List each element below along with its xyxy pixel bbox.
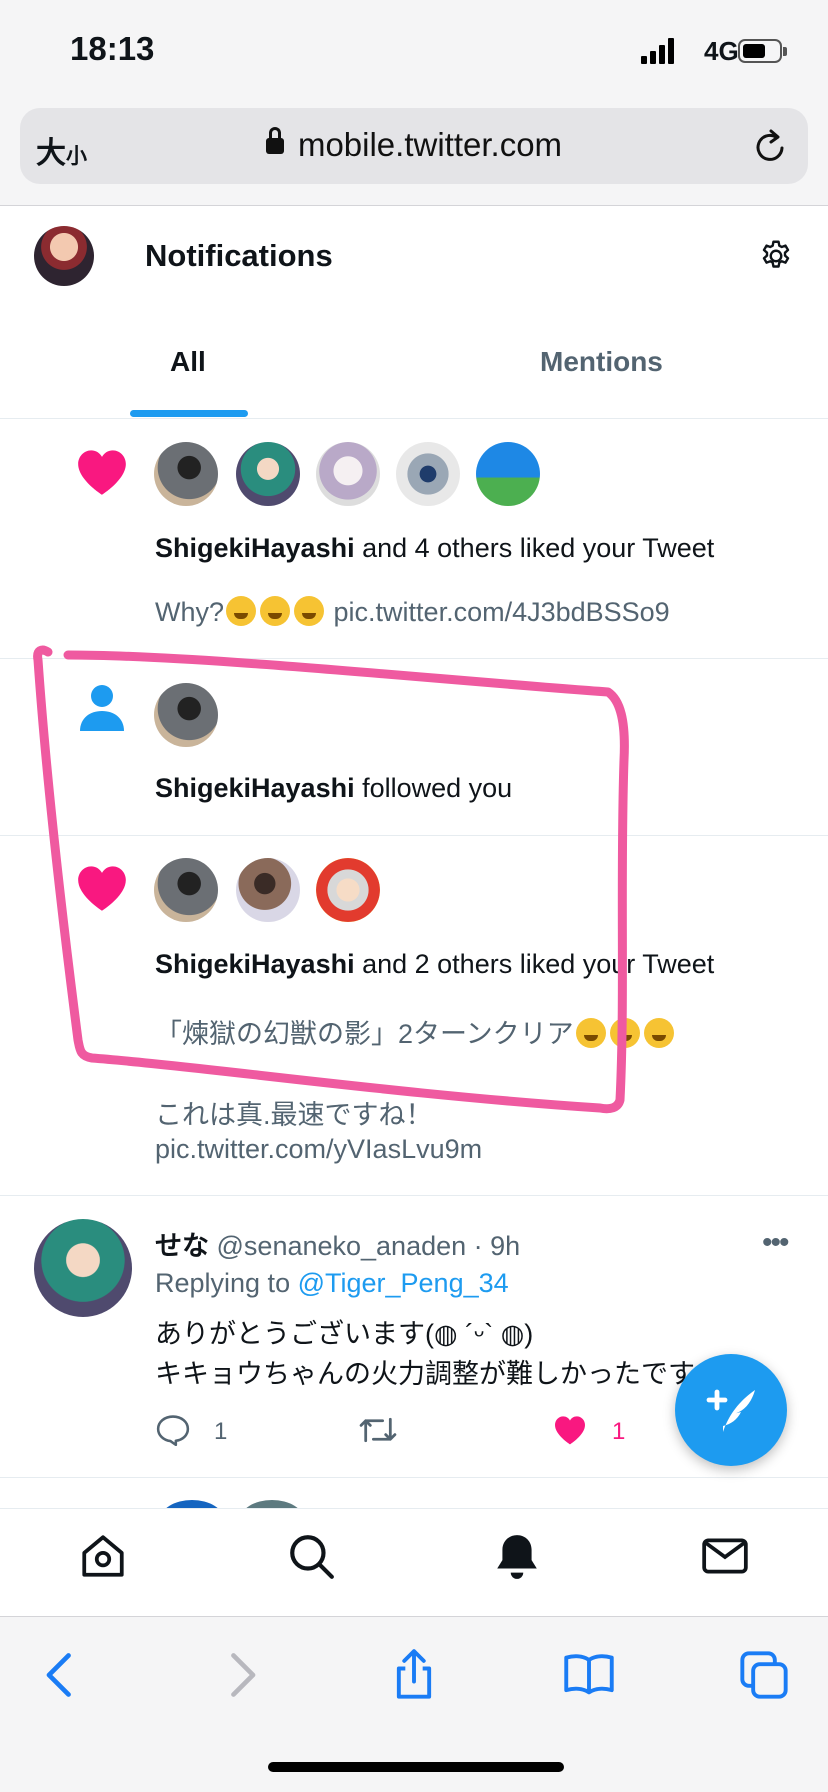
search-icon[interactable]	[286, 1531, 336, 1581]
tab-mentions[interactable]: Mentions	[540, 346, 663, 378]
url-text: mobile.twitter.com	[297, 126, 563, 163]
home-icon[interactable]	[78, 1531, 128, 1581]
like-count: 1	[612, 1418, 626, 1445]
tweet-preview[interactable]: Why? pic.twitter.com/4J3bdBSSo9	[155, 596, 670, 628]
forward-icon[interactable]	[214, 1649, 266, 1701]
weary-face-icon	[294, 596, 325, 626]
tweet-preview-text: Why?	[155, 597, 225, 627]
tweet-author-name[interactable]: せな	[155, 1231, 209, 1261]
address-bar[interactable]: 大小 mobile.twitter.com	[20, 108, 808, 184]
notification-text: ShigekiHayashi followed you	[155, 773, 512, 804]
avatar[interactable]	[236, 442, 300, 506]
tweet-header: せな @senaneko_anaden · 9h	[155, 1224, 520, 1263]
tweet-text-line: ありがとうございます(◍ ´ᵕ` ◍)	[155, 1319, 534, 1349]
avatar[interactable]	[154, 442, 218, 506]
heart-icon	[78, 866, 126, 911]
heart-icon	[78, 450, 126, 495]
bell-icon[interactable]	[492, 1531, 542, 1581]
status-bar: 18:13 4G	[0, 0, 828, 100]
notification-action: and 4 others liked your Tweet	[354, 533, 715, 563]
tweet-avatar[interactable]	[34, 1219, 132, 1317]
notification-item[interactable]: ShigekiHayashi followed you	[0, 659, 828, 835]
retweet-icon[interactable]	[358, 1414, 398, 1446]
feather-plus-icon	[706, 1389, 755, 1432]
tweet-preview-line: これは真.最速ですね！	[155, 1100, 433, 1130]
tweet-preview[interactable]: 「煉獄の幻獣の影」2ターンクリア	[155, 1012, 676, 1051]
replying-label: Replying to	[155, 1268, 298, 1298]
tweet-preview-link: pic.twitter.com/4J3bdBSSo9	[326, 597, 670, 627]
tab-all[interactable]: All	[170, 346, 206, 378]
replying-to: Replying to @Tiger_Peng_34	[155, 1268, 509, 1299]
notification-tabs: All Mentions	[0, 300, 828, 419]
reply-count: 1	[214, 1418, 228, 1445]
avatar[interactable]	[316, 858, 380, 922]
user-name[interactable]: ShigekiHayashi	[155, 773, 355, 803]
signal-icon	[641, 38, 677, 64]
mail-icon[interactable]	[700, 1531, 750, 1581]
avatar[interactable]	[154, 858, 218, 922]
notification-text: ShigekiHayashi and 4 others liked your T…	[155, 533, 714, 564]
more-options-icon[interactable]: •••	[762, 1226, 794, 1259]
partying-face-icon	[575, 1018, 606, 1048]
page-title: Notifications	[145, 238, 333, 273]
battery-icon	[738, 39, 787, 63]
gear-icon[interactable]	[758, 238, 794, 274]
tweet-preview-link[interactable]: pic.twitter.com/yVIasLvu9m	[155, 1134, 482, 1165]
tabs-icon[interactable]	[738, 1649, 790, 1701]
user-name[interactable]: ShigekiHayashi	[155, 949, 355, 979]
heart-icon[interactable]	[553, 1415, 587, 1445]
bookmarks-icon[interactable]	[563, 1649, 615, 1701]
reload-icon[interactable]	[754, 128, 788, 164]
browser-bar: 大小 mobile.twitter.com	[0, 100, 828, 206]
url-display[interactable]: mobile.twitter.com	[20, 126, 808, 164]
partying-face-icon	[643, 1018, 674, 1048]
divider	[0, 1477, 828, 1478]
weary-face-icon	[226, 596, 257, 626]
avatar[interactable]	[316, 442, 380, 506]
tweet-author-handle[interactable]: @senaneko_anaden · 9h	[217, 1231, 521, 1261]
avatar[interactable]	[476, 442, 540, 506]
twitter-bottom-nav	[0, 1508, 828, 1616]
avatar[interactable]	[396, 442, 460, 506]
compose-tweet-button[interactable]	[675, 1354, 787, 1466]
network-type: 4G	[704, 36, 739, 66]
active-tab-indicator	[130, 410, 248, 417]
user-name[interactable]: ShigekiHayashi	[155, 533, 355, 563]
status-time: 18:13	[70, 30, 155, 67]
partying-face-icon	[609, 1018, 640, 1048]
reply-icon[interactable]	[156, 1414, 190, 1446]
person-icon	[80, 685, 124, 731]
notification-text: ShigekiHayashi and 2 others liked your T…	[155, 949, 714, 980]
avatar[interactable]	[154, 683, 218, 747]
notification-item[interactable]: ShigekiHayashi and 4 others liked your T…	[0, 420, 828, 658]
lock-icon	[265, 127, 284, 154]
notification-action: and 2 others liked your Tweet	[354, 949, 715, 979]
share-icon[interactable]	[388, 1649, 440, 1701]
tweet-text-line: キキョウちゃんの火力調整が難しかったです😅笑	[155, 1359, 695, 1389]
home-indicator	[268, 1762, 564, 1772]
my-avatar[interactable]	[34, 226, 94, 286]
notification-item[interactable]: ShigekiHayashi and 2 others liked your T…	[0, 836, 828, 1195]
notification-action: followed you	[354, 773, 513, 803]
tweet-preview-text: 「煉獄の幻獣の影」2ターンクリア	[155, 1019, 574, 1049]
avatar[interactable]	[236, 858, 300, 922]
back-icon[interactable]	[36, 1649, 88, 1701]
weary-face-icon	[260, 596, 291, 626]
mention-link[interactable]: @Tiger_Peng_34	[298, 1268, 509, 1298]
